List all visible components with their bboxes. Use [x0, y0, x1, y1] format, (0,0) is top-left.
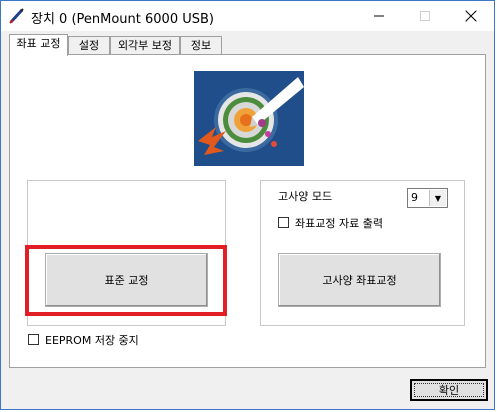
close-button[interactable] — [448, 1, 494, 31]
advanced-mode-select[interactable]: 9 ▼ — [407, 188, 448, 208]
calibration-panel: 표준 교정 EEPROM 저장 중지 고사양 모드 9 ▼ 좌표교정 자료 출력… — [9, 54, 486, 368]
maximize-button[interactable] — [402, 1, 448, 31]
output-calibration-data-label: 좌표교정 자료 출력 — [295, 217, 383, 230]
tab-edge-compensation[interactable]: 외각부 보정 — [110, 36, 180, 54]
title-bar: 장치 0 (PenMount 6000 USB) — [1, 1, 494, 31]
output-calibration-data-checkbox[interactable] — [278, 217, 289, 228]
advanced-calibration-button[interactable]: 고사양 좌표교정 — [278, 253, 441, 307]
window-title: 장치 0 (PenMount 6000 USB) — [31, 12, 214, 27]
close-icon — [465, 10, 477, 22]
pen-icon — [9, 8, 24, 24]
highlight-box — [25, 245, 227, 316]
advanced-mode-label: 고사양 모드 — [278, 190, 333, 203]
minimize-icon — [374, 15, 384, 17]
minimize-button[interactable] — [356, 1, 402, 31]
eeprom-label: EEPROM 저장 중지 — [45, 334, 139, 347]
tab-info[interactable]: 정보 — [180, 36, 222, 54]
advanced-mode-value: 9 — [411, 191, 418, 204]
dropdown-arrow-icon: ▼ — [429, 190, 446, 206]
tab-calibration[interactable]: 좌표 교정 — [9, 34, 68, 56]
eeprom-checkbox[interactable] — [28, 334, 39, 345]
maximize-icon — [420, 11, 430, 21]
focus-ring — [414, 383, 484, 397]
ok-button[interactable]: 확인 — [410, 379, 488, 401]
tab-settings[interactable]: 설정 — [68, 36, 110, 54]
dialog-window: 장치 0 (PenMount 6000 USB) 좌표 교정 설정 외각부 보정… — [0, 0, 495, 410]
calibration-target-logo — [194, 71, 304, 166]
